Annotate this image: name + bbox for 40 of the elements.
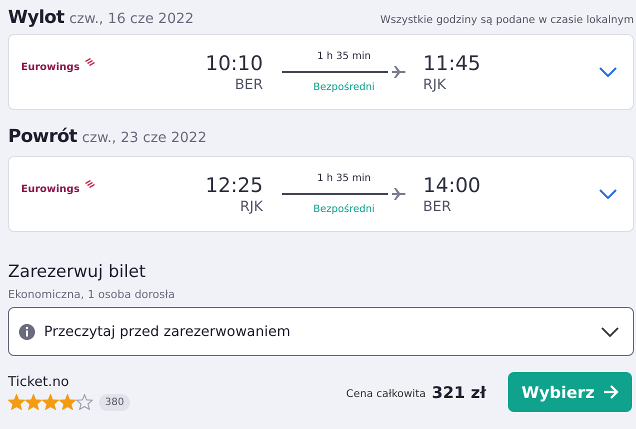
plane-icon — [392, 66, 406, 78]
chevron-icon[interactable] — [599, 67, 617, 77]
info-icon — [18, 322, 36, 340]
leg-title: Powrót — [8, 126, 78, 147]
arrival-airport: BER — [423, 199, 452, 215]
leg-title: Wylot — [8, 7, 64, 28]
star-icon — [8, 394, 25, 410]
flight-duration: 1 h 35 min — [317, 51, 371, 62]
provider-name: Ticket.no — [8, 374, 70, 390]
arrival-airport: RJK — [423, 77, 448, 93]
leg-date: czw., 23 cze 2022 — [82, 130, 207, 146]
total-price: 321 zł — [432, 382, 486, 402]
arrival-time: 11:45 — [423, 51, 481, 75]
chevron-icon[interactable] — [599, 189, 617, 199]
flight-card[interactable]: Eurowings 12:25 RJK 1 h 35 min Bezpośredni 14:00 BER — [8, 156, 634, 232]
flight-card[interactable]: Eurowings 10:10 BER 1 h 35 min Bezpośredni 11:45 RJK — [8, 34, 634, 110]
chevron-icon — [601, 326, 619, 336]
airline-name: Eurowings — [21, 62, 80, 72]
star-icon — [76, 394, 93, 410]
plane-icon — [392, 188, 406, 200]
price-label: Cena całkowita — [346, 388, 426, 400]
flight-duration: 1 h 35 min — [317, 173, 371, 184]
departure-time: 12:25 — [205, 173, 263, 197]
timezone-note: Wszystkie godziny są podane w czasie lokalnym — [380, 14, 634, 26]
arrival-time: 14:00 — [423, 173, 481, 197]
airline-name: Eurowings — [21, 184, 80, 194]
notice-dropdown[interactable]: Przeczytaj przed zarezerwowaniem — [8, 307, 634, 356]
review-count[interactable]: 380 — [99, 394, 130, 410]
departure-time: 10:10 — [205, 51, 263, 75]
star-icon — [42, 394, 59, 410]
fare-details: Ekonomiczna, 1 osoba dorosła — [8, 288, 176, 301]
departure-airport: BER — [234, 77, 263, 93]
stops-label: Bezpośredni — [313, 204, 375, 215]
stops-label: Bezpośredni — [313, 82, 375, 93]
departure-airport: RJK — [240, 199, 263, 215]
arrow-icon — [602, 385, 619, 399]
section-title: Zarezerwuj bilet — [8, 262, 147, 282]
star-icon — [25, 394, 42, 410]
leg-date: czw., 16 cze 2022 — [69, 11, 194, 27]
star-icon — [59, 394, 76, 410]
